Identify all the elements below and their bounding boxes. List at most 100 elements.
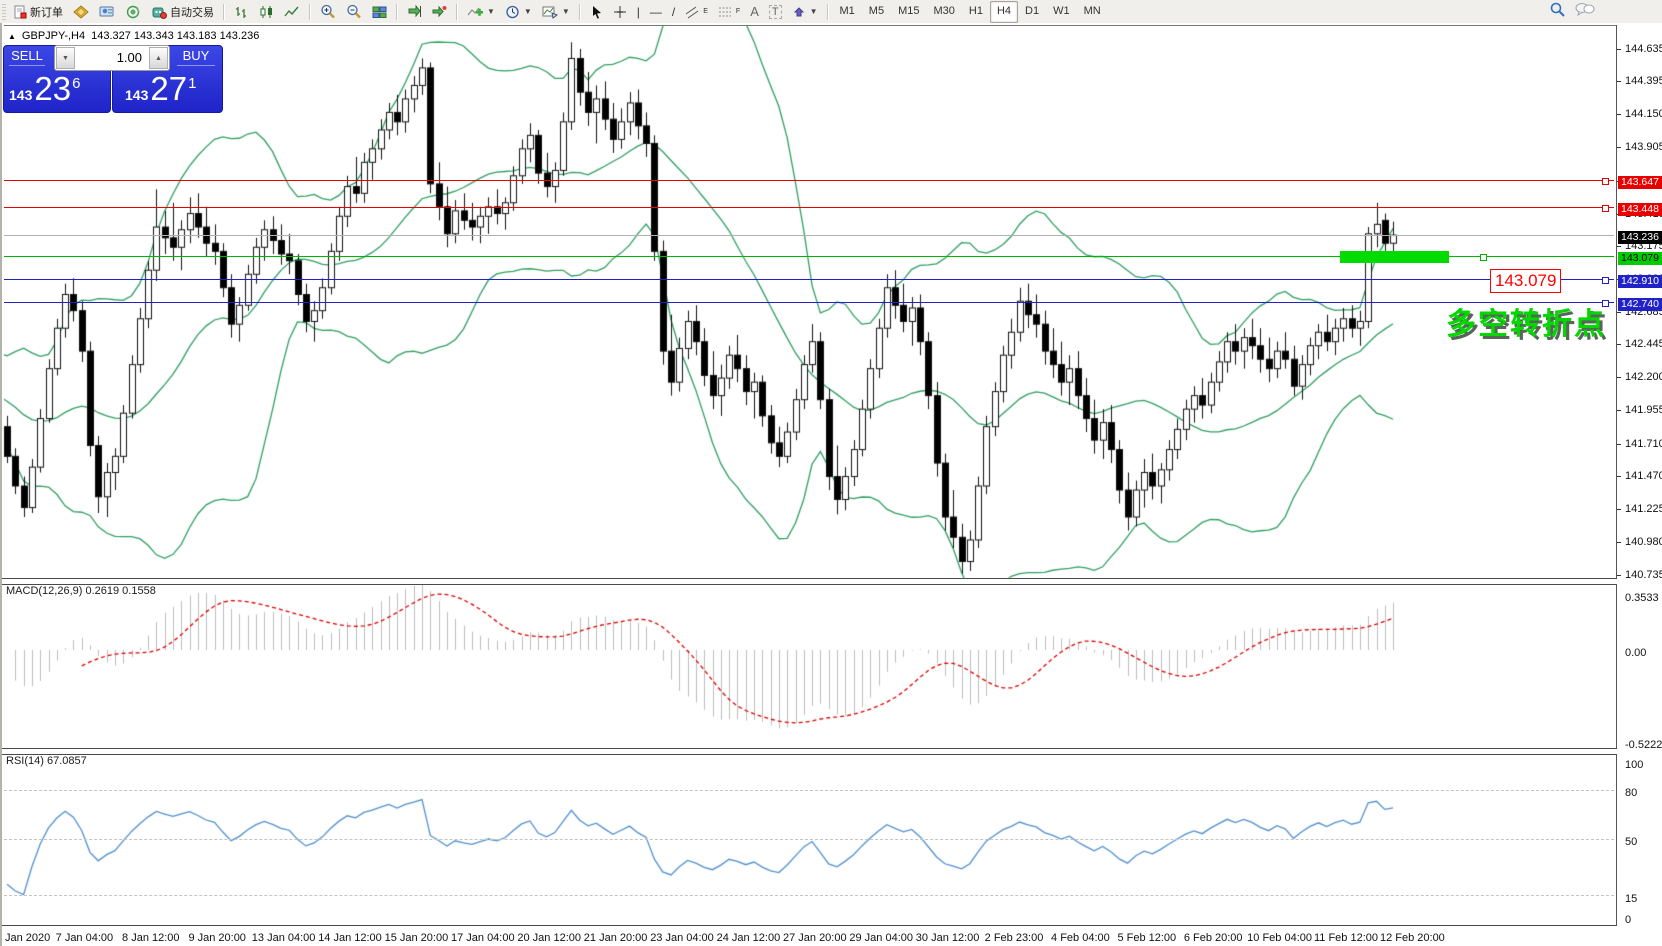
autotrading-button[interactable]: 自动交易 — [146, 0, 219, 24]
zoom-out-button[interactable] — [341, 0, 367, 24]
alerts-button[interactable] — [120, 0, 146, 24]
price-tick-label: 144.635 — [1625, 43, 1662, 55]
horizontal-line-tool-button[interactable]: — — [645, 0, 667, 24]
horizontal-line-142.740[interactable] — [4, 302, 1614, 303]
time-axis-label: 12 Feb 20:00 — [1380, 932, 1445, 944]
price-axis[interactable]: 144.635144.395144.150143.905143.660143.4… — [1617, 25, 1662, 929]
tile-windows-button[interactable] — [367, 0, 392, 24]
line-handle[interactable] — [1602, 178, 1609, 185]
bar-chart-button[interactable] — [229, 0, 254, 24]
timeframe-button-h4[interactable]: H4 — [990, 1, 1018, 23]
time-axis-label: 4 Feb 04:00 — [1051, 932, 1110, 944]
rsi-value: 67.0857 — [47, 755, 87, 767]
main-toolbar: 新订单 自动交易 ▼ ▼ — [0, 0, 1662, 24]
line-handle[interactable] — [1480, 254, 1487, 261]
arrows-shapes-icon — [792, 5, 806, 19]
timeframe-button-h1[interactable]: H1 — [962, 1, 990, 23]
horizontal-line-143.647[interactable] — [4, 180, 1614, 181]
text-label-tool-button[interactable]: T — [764, 0, 787, 24]
timeframe-button-mn[interactable]: MN — [1077, 1, 1108, 23]
price-tick — [1617, 377, 1621, 378]
macd-pane-splitter[interactable] — [2, 578, 1662, 585]
price-badge-142.740: 142.740 — [1618, 298, 1662, 311]
rsi-level-line-15 — [4, 895, 1614, 896]
bar-chart-icon — [234, 5, 249, 19]
price-tick-label: 141.470 — [1625, 470, 1662, 482]
buy-button-label: BUY — [171, 48, 221, 63]
channel-tool-button[interactable]: E — [680, 0, 713, 24]
price-chart-canvas[interactable] — [2, 23, 1662, 946]
time-axis-label: 24 Jan 12:00 — [717, 932, 781, 944]
price-tick-label: 142.200 — [1625, 371, 1662, 383]
time-axis-label: 29 Jan 04:00 — [849, 932, 913, 944]
chart-shift-button[interactable] — [427, 0, 452, 24]
auto-scroll-button[interactable] — [402, 0, 427, 24]
price-callout-label[interactable]: 143.079 — [1490, 269, 1561, 293]
vertical-line-icon: | — [637, 6, 640, 18]
cursor-tool-button[interactable] — [585, 0, 608, 24]
time-axis-label: 27 Jan 20:00 — [783, 932, 847, 944]
candlestick-chart-button[interactable] — [254, 0, 279, 24]
zoom-in-icon — [320, 4, 336, 19]
buy-button[interactable]: BUY — [171, 45, 221, 70]
text-tool-button[interactable]: A — [745, 0, 764, 24]
vertical-line-tool-button[interactable]: | — [632, 0, 645, 24]
chart-info-line: ▲ GBPJPY-,H4 143.327 143.343 143.183 143… — [8, 30, 259, 42]
horizontal-line-143.448[interactable] — [4, 207, 1614, 208]
line-handle[interactable] — [1602, 277, 1609, 284]
time-axis-label: 30 Jan 12:00 — [916, 932, 980, 944]
price-badge-143.079: 143.079 — [1618, 252, 1662, 265]
search-icon[interactable] — [1550, 2, 1565, 17]
time-axis[interactable]: Jan 20207 Jan 04:008 Jan 12:009 Jan 20:0… — [2, 929, 1662, 946]
sell-price-big: 23 — [34, 72, 71, 105]
timeframe-button-w1[interactable]: W1 — [1046, 1, 1077, 23]
text-label-icon: T — [769, 5, 782, 19]
templates-button[interactable]: ▼ — [537, 0, 575, 24]
arrows-tool-button[interactable]: ▼ — [787, 0, 823, 24]
rsi-axis-label: 15 — [1625, 893, 1637, 905]
volume-input[interactable]: 1.00 — [76, 46, 148, 70]
sell-price-pip: 6 — [72, 76, 80, 91]
trendline-tool-button[interactable]: / — [667, 0, 680, 24]
crosshair-icon — [613, 5, 627, 19]
line-handle[interactable] — [1602, 205, 1609, 212]
time-axis-label: Jan 2020 — [5, 932, 50, 944]
toolbar-grip[interactable] — [2, 4, 6, 20]
time-axis-label: 11 Feb 12:00 — [1314, 932, 1378, 944]
time-axis-label: 9 Jan 20:00 — [188, 932, 246, 944]
timeframe-button-m5[interactable]: M5 — [862, 1, 891, 23]
rsi-axis-label: 80 — [1625, 787, 1637, 799]
timeframe-button-m30[interactable]: M30 — [926, 1, 961, 23]
indicators-button[interactable]: ▼ — [462, 0, 500, 24]
volume-decrease-button[interactable]: ▼ — [56, 47, 75, 69]
highlight-rectangle[interactable] — [1340, 251, 1449, 263]
buy-price-pip: 1 — [188, 76, 196, 91]
periods-button[interactable]: ▼ — [500, 0, 537, 24]
fibonacci-tool-button[interactable]: F — [713, 0, 745, 24]
time-axis-label: 20 Jan 12:00 — [517, 932, 581, 944]
timeframe-button-m1[interactable]: M1 — [833, 1, 862, 23]
sell-button[interactable]: SELL — [3, 45, 51, 70]
community-chat-icon[interactable] — [1575, 2, 1595, 17]
rsi-pane-splitter[interactable] — [2, 748, 1662, 755]
time-axis-label: 8 Jan 12:00 — [122, 932, 180, 944]
timeframe-button-m15[interactable]: M15 — [891, 1, 926, 23]
crosshair-tool-button[interactable] — [608, 0, 632, 24]
fibonacci-suffix-label: F — [736, 8, 740, 15]
timeframe-button-d1[interactable]: D1 — [1018, 1, 1046, 23]
new-order-button[interactable]: 新订单 — [8, 0, 68, 24]
terminal-button[interactable] — [94, 0, 120, 24]
collapse-arrow-icon[interactable]: ▲ — [8, 32, 16, 41]
metaeditor-button[interactable] — [68, 0, 94, 24]
zoom-in-button[interactable] — [315, 0, 341, 24]
volume-increase-button[interactable]: ▲ — [149, 47, 168, 69]
templates-caret-icon: ▼ — [562, 7, 570, 16]
auto-scroll-icon — [407, 5, 422, 19]
line-chart-button[interactable] — [279, 0, 305, 24]
time-axis-label: 21 Jan 20:00 — [584, 932, 648, 944]
sell-underline — [9, 65, 45, 66]
horizontal-line-142.910[interactable] — [4, 279, 1614, 280]
metaeditor-icon — [73, 5, 89, 19]
annotation-text[interactable]: 多空转折点 — [1446, 299, 1606, 343]
macd-axis-label: 0.3533 — [1625, 592, 1659, 604]
